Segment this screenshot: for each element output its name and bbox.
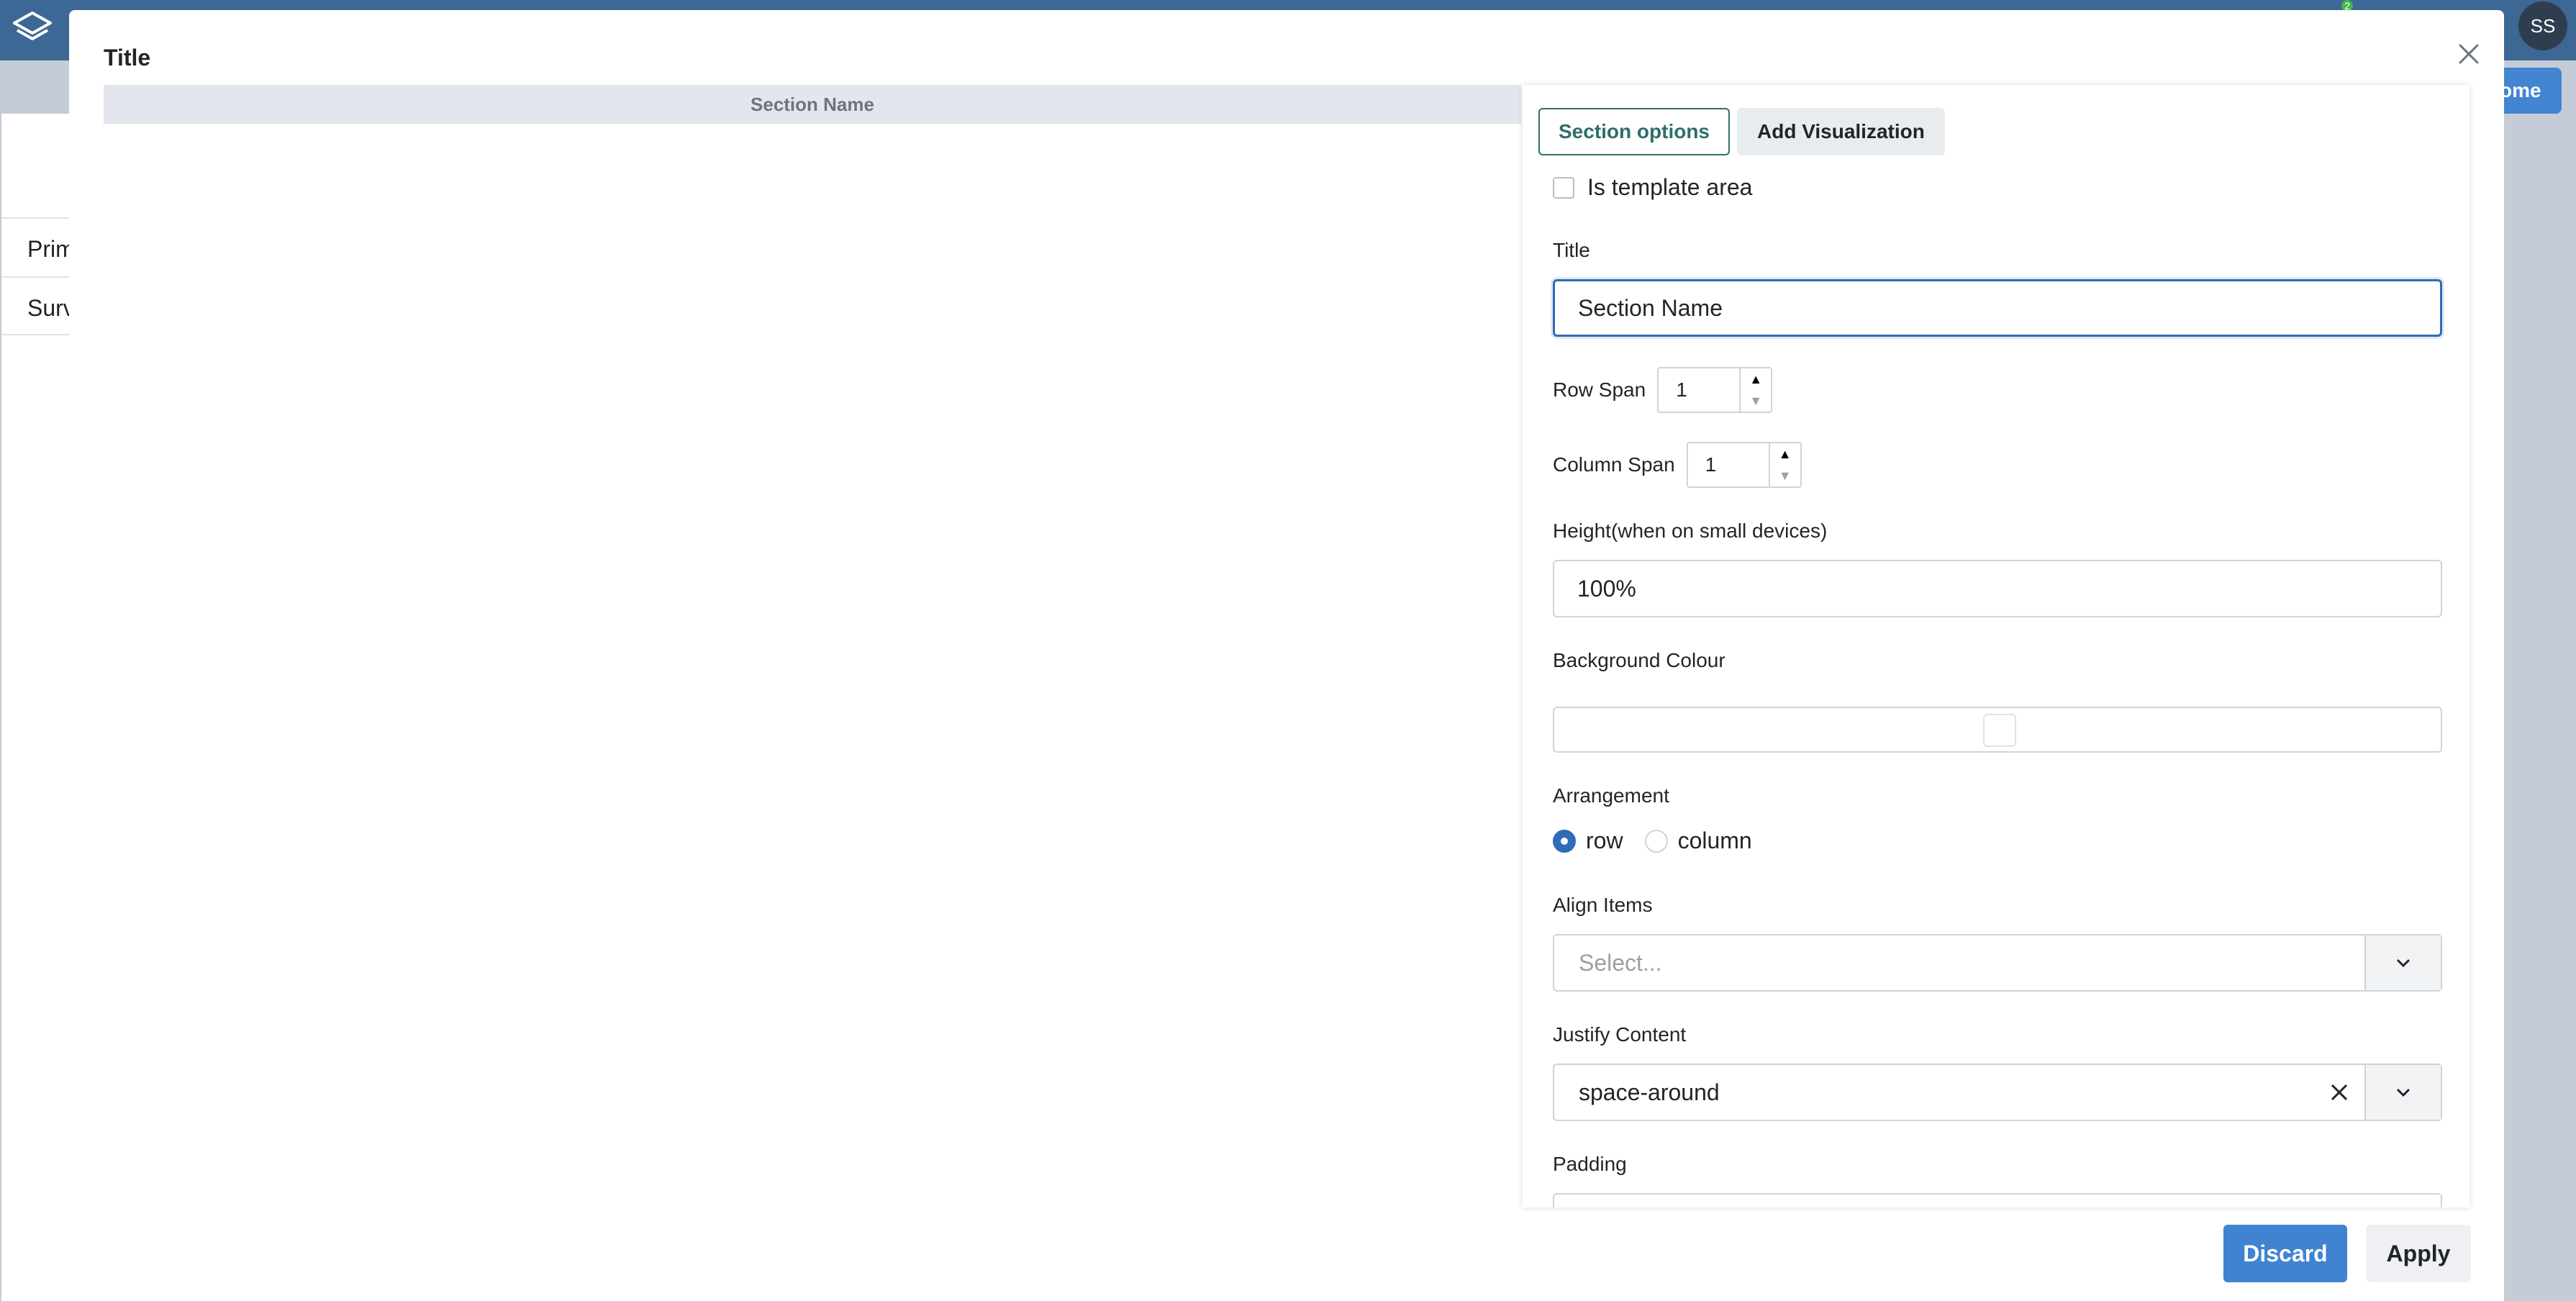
- column-span-label: Column Span: [1553, 453, 1675, 476]
- row-span-label: Row Span: [1553, 378, 1646, 401]
- decrement-icon[interactable]: ▼: [1779, 468, 1792, 484]
- apply-button[interactable]: Apply: [2366, 1225, 2471, 1282]
- padding-input[interactable]: [1553, 1193, 2442, 1207]
- padding-label: Padding: [1553, 1153, 1627, 1175]
- title-input[interactable]: Section Name: [1553, 279, 2442, 337]
- tab-section-options[interactable]: Section options: [1538, 108, 1730, 155]
- arrangement-radio-group: row column: [1553, 828, 1752, 854]
- increment-icon[interactable]: ▲: [1749, 372, 1762, 387]
- section-editor-modal: Title Section Name Section options Add V…: [69, 10, 2504, 1301]
- modal-title: Title: [104, 45, 151, 71]
- background-colour-picker[interactable]: [1553, 707, 2442, 753]
- increment-icon[interactable]: ▲: [1779, 447, 1792, 462]
- title-label: Title: [1553, 239, 1590, 261]
- arrangement-label: Arrangement: [1553, 784, 1669, 807]
- row-span-arrows: ▲ ▼: [1739, 368, 1771, 412]
- section-preview-header[interactable]: Section Name: [104, 85, 1521, 124]
- justify-content-value: space-around: [1579, 1079, 1720, 1105]
- height-input-value: 100%: [1577, 575, 1636, 602]
- is-template-area-row: Is template area: [1553, 174, 1752, 201]
- column-span-stepper[interactable]: 1 ▲ ▼: [1686, 442, 1802, 488]
- column-span-row: Column Span 1 ▲ ▼: [1553, 442, 1802, 488]
- arrangement-column-radio[interactable]: [1644, 829, 1668, 853]
- justify-content-label: Justify Content: [1553, 1023, 1687, 1046]
- row-span-value: 1: [1676, 378, 1687, 401]
- is-template-area-checkbox[interactable]: [1553, 176, 1574, 199]
- title-input-value: Section Name: [1578, 294, 1723, 321]
- discard-button[interactable]: Discard: [2223, 1225, 2347, 1282]
- chevron-down-icon[interactable]: [2364, 935, 2441, 990]
- section-options-panel: Section options Add Visualization Is tem…: [1523, 85, 2470, 1207]
- align-items-label: Align Items: [1553, 894, 1653, 916]
- arrangement-row-radio[interactable]: [1553, 829, 1576, 853]
- close-icon[interactable]: [2451, 36, 2487, 72]
- decrement-icon[interactable]: ▼: [1749, 394, 1762, 409]
- height-input[interactable]: 100%: [1553, 560, 2442, 617]
- chevron-down-icon[interactable]: [2364, 1065, 2441, 1120]
- row-span-row: Row Span 1 ▲ ▼: [1553, 367, 1773, 413]
- row-span-stepper[interactable]: 1 ▲ ▼: [1657, 367, 1773, 413]
- arrangement-column-label: column: [1677, 828, 1752, 853]
- height-label: Height(when on small devices): [1553, 520, 1828, 542]
- is-template-area-label: Is template area: [1587, 174, 1753, 200]
- justify-content-select[interactable]: space-around: [1553, 1064, 2442, 1121]
- tab-add-visualization[interactable]: Add Visualization: [1737, 108, 1945, 155]
- background-colour-label: Background Colour: [1553, 649, 1725, 671]
- colour-swatch[interactable]: [1983, 714, 2016, 747]
- align-items-placeholder: Select...: [1579, 949, 1662, 976]
- arrangement-row-label: row: [1586, 828, 1623, 853]
- app-logo-icon[interactable]: [10, 7, 55, 52]
- column-span-value: 1: [1705, 453, 1717, 476]
- column-span-arrows: ▲ ▼: [1768, 443, 1800, 486]
- align-items-select[interactable]: Select...: [1553, 934, 2442, 992]
- panel-tabs: Section options Add Visualization: [1538, 108, 1945, 155]
- user-avatar[interactable]: SS: [2518, 1, 2567, 50]
- clear-icon[interactable]: [2314, 1065, 2364, 1120]
